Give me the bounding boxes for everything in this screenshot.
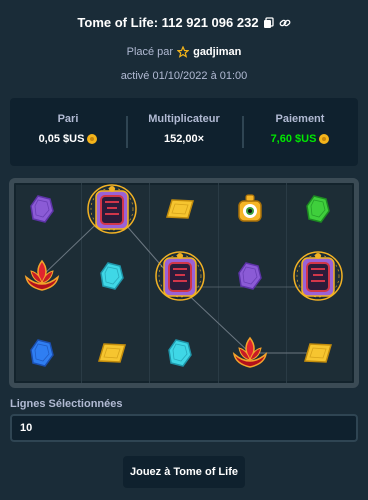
star-icon [176, 45, 190, 58]
stat-bet-value: 0,05 $US [38, 133, 85, 145]
coin-icon [87, 134, 98, 144]
selected-lines-field[interactable]: 10 [10, 414, 358, 442]
placed-by-label: Placé par [126, 46, 174, 58]
eye-lantern-icon [230, 189, 270, 229]
stat-bet-label: Pari [57, 113, 79, 125]
selected-lines-label: Lignes Sélectionnées [10, 398, 123, 410]
red-lotus-icon [22, 256, 62, 296]
username-link[interactable]: gadjiman [193, 46, 241, 58]
tome-of-life-icon [85, 182, 139, 236]
play-game-button[interactable]: Jouez à Tome of Life [123, 456, 245, 488]
cyan-gem-icon [92, 256, 132, 296]
link-icon[interactable] [279, 16, 291, 28]
stat-multiplier: Multiplicateur 152,00× [126, 98, 242, 166]
stat-payout-value-row: 7,60 $US [242, 133, 358, 145]
bet-title: Tome of Life: 112 921 096 232 [77, 14, 259, 30]
copy-icon[interactable] [263, 16, 275, 28]
stat-multiplier-value: 152,00× [163, 133, 205, 145]
stat-multiplier-label: Multiplicateur [148, 113, 220, 125]
stat-bet-value-row: 0,05 $US [10, 133, 126, 145]
coin-icon [319, 134, 330, 144]
placed-by: Placé par gadjiman [0, 45, 368, 58]
stat-payout: Paiement 7,60 $US [242, 98, 358, 166]
bet-header: Tome of Life: 112 921 096 232 Placé par … [0, 12, 368, 82]
stat-payout-value: 7,60 $US [270, 133, 317, 145]
slot-board [9, 178, 359, 388]
stat-payout-label: Paiement [275, 113, 325, 125]
purple-gem-icon [22, 189, 62, 229]
red-lotus-icon [230, 333, 270, 373]
bet-stats-panel: Pari 0,05 $US Multiplicateur 152,00× Pai… [10, 98, 358, 166]
green-gem-icon [298, 189, 338, 229]
stat-bet: Pari 0,05 $US [10, 98, 126, 166]
stat-multiplier-value-row: 152,00× [126, 133, 242, 145]
activation-date: activé 01/10/2022 à 01:00 [120, 70, 248, 82]
yellow-gem-icon [92, 333, 132, 373]
tome-of-life-icon [291, 249, 345, 303]
purple-gem-icon [230, 256, 270, 296]
blue-gem-icon [22, 333, 62, 373]
tome-of-life-icon [153, 249, 207, 303]
yellow-gem-icon [160, 189, 200, 229]
yellow-gem-icon [298, 333, 338, 373]
cyan-gem-icon [160, 333, 200, 373]
